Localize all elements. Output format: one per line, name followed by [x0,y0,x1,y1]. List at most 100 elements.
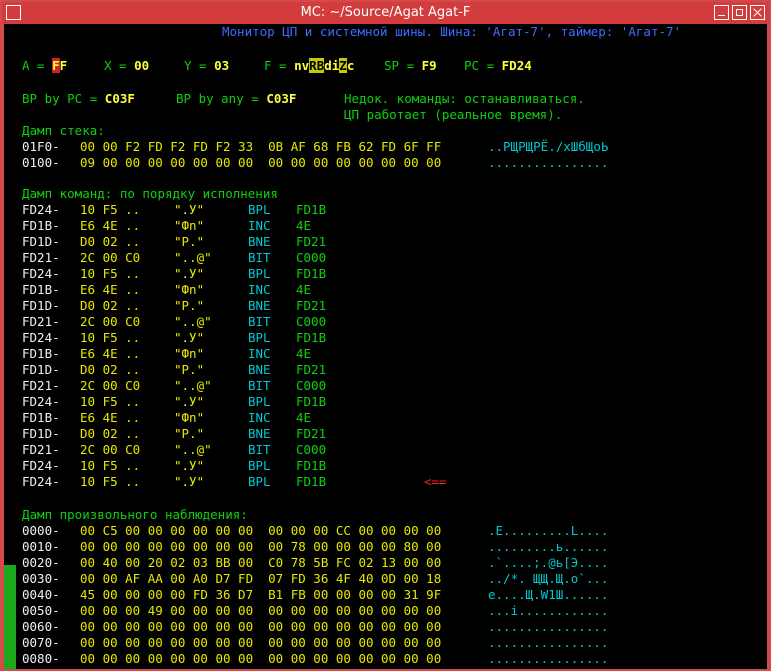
disasm-row-bytes: E6 4E .. [80,410,141,425]
disasm-row-bytes: D0 02 .. [80,426,141,441]
disasm-row-operand: FD1B [296,266,327,281]
watch-row-hex[interactable]: 45 00 00 00 00 FD 36 D7 B1 FB 00 00 00 0… [80,587,441,603]
disasm-row-address[interactable]: FD21- [22,442,60,458]
reg-y-value[interactable]: 03 [214,58,229,73]
reg-x-label: X = [104,58,135,73]
disasm-row-address[interactable]: FD21- [22,314,60,330]
watch-row-hex[interactable]: 00 00 00 00 00 00 00 00 00 00 00 00 00 0… [80,619,441,635]
watch-row-hex[interactable]: 00 00 00 49 00 00 00 00 00 00 00 00 00 0… [80,603,441,619]
cpu-status: ЦП работает (реальное время). [344,107,563,122]
watch-row-ascii: е....Щ.W1Ш...... [488,587,609,602]
disasm-row-bytes: 10 F5 .. [80,474,141,489]
disasm-row-bytes: 2C 00 C0 [80,442,141,457]
watch-row-address: 0040- [22,587,60,602]
maximize-icon[interactable] [732,5,747,20]
disasm-row-address[interactable]: FD1B- [22,346,60,362]
window-title: MC: ~/Source/Agat Agat-F [300,5,471,20]
disasm-row-opcode: BNE [248,362,271,377]
disasm-row-operand: C000 [296,314,327,329]
watch-row-hex[interactable]: 00 00 00 00 00 00 00 00 00 00 00 00 00 0… [80,635,441,651]
disasm-row-chars: "Фn" [174,346,205,361]
bp-pc-value[interactable]: C03F [105,91,135,106]
disasm-row-address[interactable]: FD24- [22,458,60,474]
disasm-row-opcode: INC [248,282,271,297]
disasm-row-operand: FD1B [296,202,327,217]
current-instruction-arrow: <== [424,474,447,489]
watch-title: Дамп произвольного наблюдения: [22,507,248,522]
stack-row-ascii: ................ [488,155,609,170]
disasm-row-opcode: INC [248,346,271,361]
disasm-row-operand: C000 [296,442,327,457]
watch-row-hex[interactable]: 00 00 AF AA 00 A0 D7 FD 07 FD 36 4F 40 0… [80,571,441,587]
disasm-row-address[interactable]: FD24- [22,266,60,282]
disasm-row-address[interactable]: FD1B- [22,218,60,234]
disasm-row-operand: 4E [296,346,312,361]
reg-x-value[interactable]: 00 [134,58,149,73]
watch-row-address: 0060- [22,619,60,634]
watch-row-ascii: ...i............ [488,603,609,618]
disasm-row-chars: "..@" [174,442,212,457]
watch-row-ascii: ................ [488,651,609,666]
monitor-header: Монитор ЦП и системной шины. Шина: 'Агат… [222,24,682,39]
watch-row-hex[interactable]: 00 00 00 00 00 00 00 00 00 78 00 00 00 0… [80,539,441,555]
disasm-row-opcode: BPL [248,202,271,217]
reg-sp: SP = F9 [384,58,437,74]
stack-row-hex[interactable]: 09 00 00 00 00 00 00 00 00 00 00 00 00 0… [80,155,441,171]
disasm-row-operand: 4E [296,410,312,425]
reg-pc-value[interactable]: FD24 [502,58,532,73]
terminal-screen[interactable]: Монитор ЦП и системной шины. Шина: 'Агат… [4,24,767,669]
disasm-row-address[interactable]: FD24- [22,394,60,410]
disasm-row-operand: FD21 [296,362,327,377]
watch-row-address: 0010- [22,539,60,554]
reg-a-label: A = [22,58,53,73]
watch-row-hex[interactable]: 00 40 00 20 02 03 BB 00 C0 78 5B FC 02 1… [80,555,441,571]
watch-row-ascii: ................ [488,619,609,634]
disasm-row-operand: FD1B [296,330,327,345]
disasm-row-operand: FD1B [296,394,327,409]
disasm-row-bytes: 2C 00 C0 [80,314,141,329]
watch-row-hex[interactable]: 00 00 00 00 00 00 00 00 00 00 00 00 00 0… [80,651,441,667]
disasm-row-address[interactable]: FD1B- [22,282,60,298]
disasm-row-chars: ".У" [174,458,205,473]
close-icon[interactable] [750,5,765,20]
stack-row-hex[interactable]: 00 00 F2 FD F2 FD F2 33 0B AF 68 FB 62 F… [80,139,441,155]
disasm-row-bytes: D0 02 .. [80,234,141,249]
disasm-row-chars: "Р." [174,298,205,313]
watch-row-hex[interactable]: 00 C5 00 00 00 00 00 00 00 00 00 CC 00 0… [80,523,441,539]
bp-any-value[interactable]: C03F [266,91,296,106]
disasm-row-address[interactable]: FD24- [22,330,60,346]
disasm-row-address[interactable]: FD24- [22,474,60,490]
disasm-row-chars: ".У" [174,330,205,345]
disasm-row-bytes: 2C 00 C0 [80,250,141,265]
disasm-row-opcode: BPL [248,266,271,281]
title-bar[interactable]: MC: ~/Source/Agat Agat-F [2,2,769,24]
disasm-row-address[interactable]: FD1B- [22,410,60,426]
disasm-row-chars: "Фn" [174,282,205,297]
disasm-row-address[interactable]: FD1D- [22,362,60,378]
watch-row-address: 0070- [22,635,60,650]
minimize-icon[interactable] [714,5,729,20]
reg-sp-value[interactable]: F9 [422,58,437,73]
reg-f-value[interactable]: nvRBdiZc [294,58,354,73]
disasm-row-chars: "Фn" [174,218,205,233]
disasm-row-operand: FD21 [296,298,327,313]
disasm-row-address[interactable]: FD1D- [22,298,60,314]
disasm-row-address[interactable]: FD24- [22,202,60,218]
disasm-row-address[interactable]: FD21- [22,378,60,394]
stack-title: Дамп стека: [22,123,105,138]
reg-a-value[interactable]: FF [52,58,67,73]
disasm-row-address[interactable]: FD1D- [22,234,60,250]
bp-any-label: BP by any = [176,91,267,106]
disasm-row-opcode: BIT [248,314,271,329]
disasm-row-operand: FD1B [296,474,327,489]
disasm-row-address[interactable]: FD21- [22,250,60,266]
reg-f: F = nvRBdiZc [264,58,354,74]
terminal-window: MC: ~/Source/Agat Agat-F Монитор ЦП и си… [0,0,771,671]
disasm-row-opcode: BPL [248,330,271,345]
disasm-row-bytes: D0 02 .. [80,362,141,377]
stack-row-ascii: ..РЩРЩРЁ./хШбЩоЬ [488,139,609,154]
bp-pc: BP by PC = C03F [22,91,135,107]
reg-x: X = 00 [104,58,149,74]
disasm-row-opcode: BNE [248,426,271,441]
disasm-row-address[interactable]: FD1D- [22,426,60,442]
